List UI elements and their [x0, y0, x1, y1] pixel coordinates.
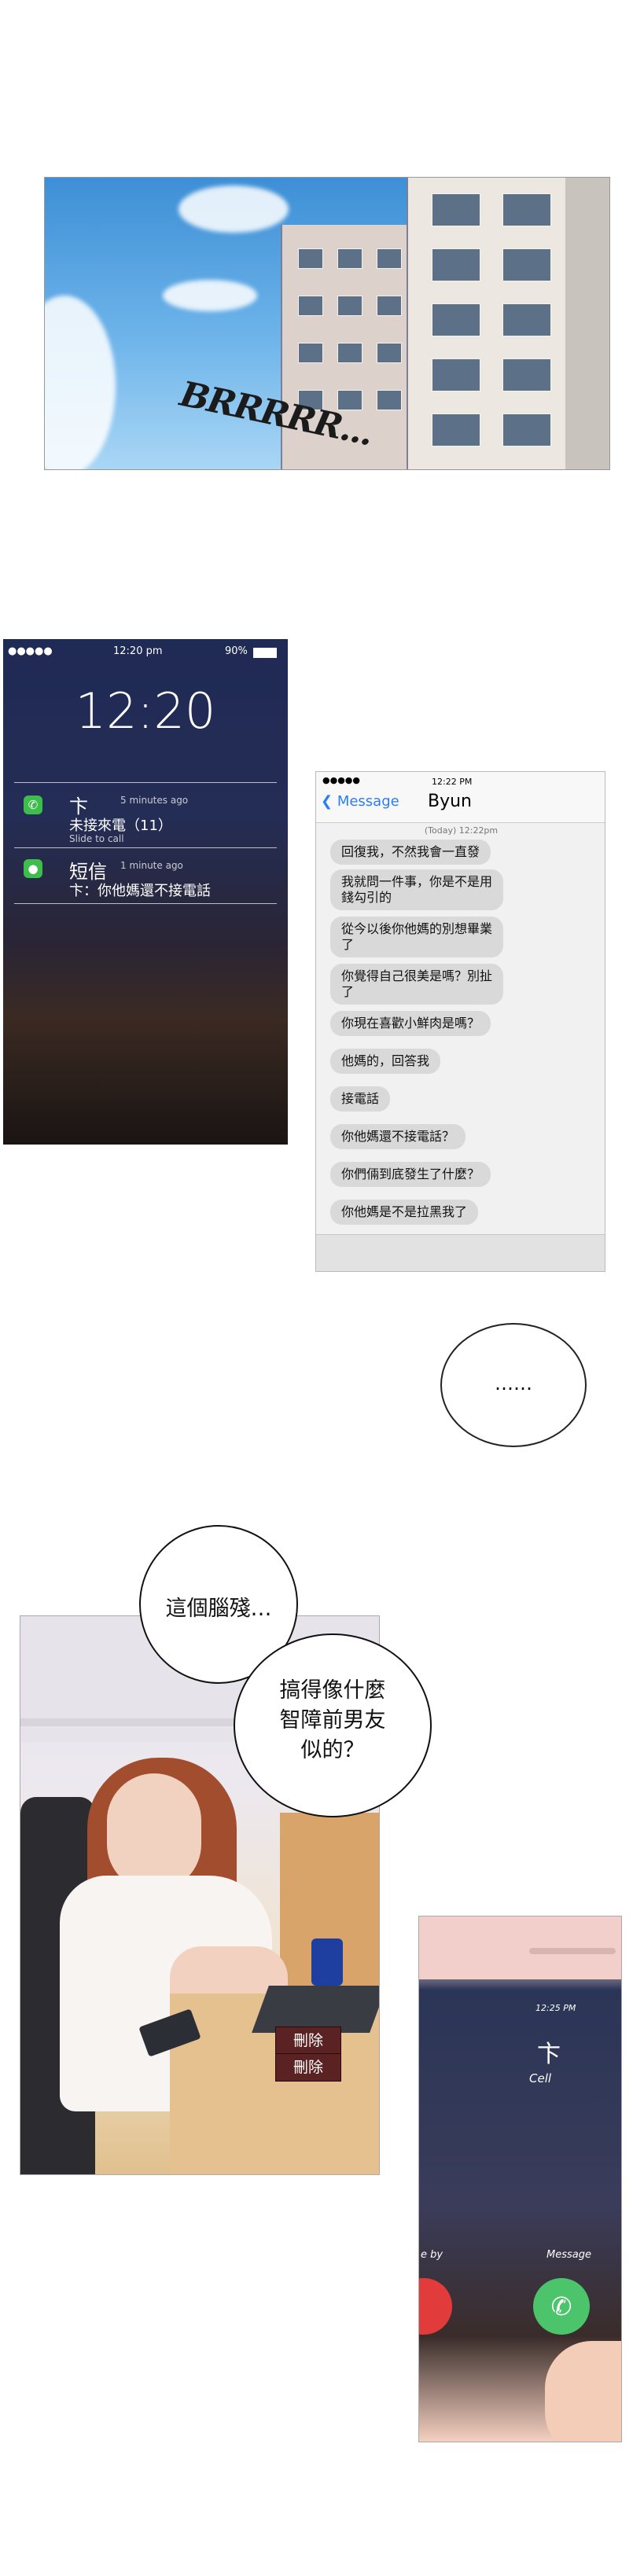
phone-icon: ✆ [550, 2291, 572, 2321]
battery-icon [253, 648, 277, 658]
thumb [545, 2341, 621, 2442]
message-label: Message [546, 2249, 591, 2261]
mug [311, 1938, 343, 1986]
delete-button[interactable]: 刪除 [275, 2053, 341, 2082]
chevron-left-icon: ❮ [321, 793, 337, 810]
building-front [407, 178, 609, 469]
notification-time: 1 minute ago [120, 860, 183, 871]
cloud [178, 186, 289, 233]
status-time: 12:25 PM [535, 2003, 576, 2013]
input-bar[interactable] [316, 1234, 605, 1271]
signal-icon: ●●●●● [322, 775, 360, 785]
battery-level: 90% [225, 645, 248, 657]
chat-message: 從今以後你他媽的別想畢業 了 [330, 917, 504, 957]
chat-message: 你他媽是不是拉黑我了 [330, 1200, 479, 1225]
face [107, 1773, 201, 1891]
notification-body: 卞：你他媽還不接電話 [69, 883, 211, 899]
back-label: Message [337, 793, 399, 810]
phone-icon: ✆ [24, 796, 42, 814]
incoming-call-panel: 12:25 PM 卞 Cell e by Message ✆ [418, 1916, 622, 2442]
accept-call-button[interactable]: ✆ [533, 2278, 590, 2335]
laptop [252, 1986, 379, 2033]
contact-name: Byun [428, 792, 472, 811]
remind-label: e by [421, 2249, 443, 2261]
chat-message: 接電話 [330, 1086, 391, 1112]
chat-header: ●●●●● 12:22 PM ❮ Message Byun [316, 772, 605, 823]
cloud [45, 296, 116, 469]
lock-clock: 12:20 [75, 682, 216, 740]
notification-missed-call[interactable]: ✆ 卞 5 minutes ago 未接來電（11） Slide to call [14, 782, 277, 847]
speech-bubble: 搞得像什麼 智障前男友 似的？ [234, 1633, 432, 1817]
notification-body: 未接來電（11） [69, 818, 172, 834]
ellipsis-bubble: …… [440, 1323, 587, 1447]
chat-message: 你現在喜歡小鮮肉是嗎？ [330, 1011, 491, 1036]
chat-message: 他媽的，回答我 [330, 1049, 441, 1074]
notification-message[interactable]: ● 短信 1 minute ago 卞：你他媽還不接電話 [14, 847, 277, 904]
chat-message: 你他媽還不接電話？ [330, 1124, 466, 1149]
cloud [163, 280, 257, 311]
shelf [20, 1718, 264, 1726]
notification-time: 5 minutes ago [120, 795, 189, 806]
notification-sub: Slide to call [69, 833, 124, 844]
message-icon: ● [24, 859, 42, 878]
chat-message: 你們倆到底發生了什麼？ [330, 1162, 491, 1187]
status-time: 12:20 pm [113, 645, 163, 657]
caller-type: Cell [529, 2071, 552, 2085]
back-button[interactable]: ❮ Message [321, 793, 399, 810]
chat-message: 我就問一件事，你是不是用 錢勾引的 [330, 869, 504, 910]
chat-message: 你覺得自己很美是嗎？別扯 了 [330, 964, 504, 1005]
decline-button[interactable] [419, 2278, 452, 2335]
chat-panel: ●●●●● 12:22 PM ❮ Message Byun (Today) 12… [315, 771, 605, 1272]
building-sky-panel: BRRRRR... [44, 177, 610, 470]
signal-icon: ●●●●● [8, 645, 53, 657]
chat-message: 回復我，不然我會一直發 [330, 840, 491, 865]
caller-name: 卞 [537, 2041, 561, 2068]
chat-date: (Today) 12:22pm [424, 825, 499, 836]
lock-screen-panel: ●●●●● 12:20 pm 90% 12:20 ✆ 卞 5 minutes a… [3, 639, 288, 1145]
delete-button[interactable]: 刪除 [275, 2027, 341, 2055]
status-time: 12:22 PM [432, 777, 473, 787]
speaker-grille [529, 1948, 616, 1954]
status-bar: ●●●●● 12:20 pm 90% [3, 645, 288, 660]
